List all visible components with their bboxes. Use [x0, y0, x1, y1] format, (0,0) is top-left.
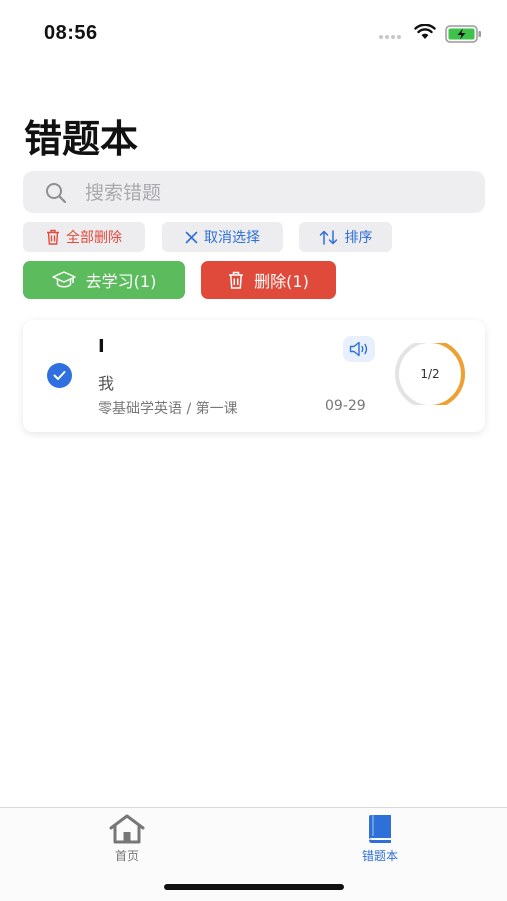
- status-time: 08:56: [44, 22, 98, 44]
- tab-home-label: 首页: [114, 849, 139, 863]
- speaker-icon: [349, 341, 368, 357]
- item-meaning: 我: [98, 374, 115, 393]
- item-checkbox[interactable]: [47, 363, 72, 388]
- sort-icon: [319, 229, 337, 245]
- item-date: 09-29: [325, 398, 366, 414]
- delete-all-button[interactable]: 全部删除: [23, 222, 145, 252]
- sort-button[interactable]: 排序: [299, 222, 392, 252]
- home-indicator: [164, 884, 344, 890]
- home-icon: [109, 814, 145, 844]
- cancel-select-label: 取消选择: [204, 230, 260, 246]
- item-word: I: [98, 336, 105, 357]
- wifi-icon: [414, 24, 436, 39]
- search-icon: [46, 183, 67, 204]
- progress-ring: 1/2: [392, 339, 468, 409]
- cellular-signal-icon: [379, 35, 407, 39]
- play-audio-button[interactable]: [343, 336, 375, 362]
- page-title: 错题本: [24, 117, 139, 161]
- progress-text: 1/2: [420, 367, 440, 381]
- book-icon: [369, 815, 391, 843]
- search-bar[interactable]: [23, 171, 485, 215]
- delete-selected-label: 删除(1): [254, 272, 309, 291]
- check-icon: [53, 371, 66, 380]
- item-source: 零基础学英语 / 第一课: [98, 401, 238, 417]
- battery-icon: [445, 25, 481, 43]
- delete-selected-button[interactable]: 删除(1): [201, 261, 336, 299]
- trash-icon: [229, 271, 244, 289]
- study-button[interactable]: 去学习(1): [23, 261, 185, 299]
- close-icon: [185, 231, 198, 243]
- tab-home[interactable]: 首页: [87, 814, 167, 864]
- mistake-item-card[interactable]: I 我 零基础学英语 / 第一课 09-29 1/2: [23, 320, 485, 432]
- delete-all-label: 全部删除: [66, 230, 122, 246]
- study-label: 去学习(1): [85, 272, 157, 291]
- search-input[interactable]: [83, 171, 467, 215]
- sort-label: 排序: [344, 230, 373, 246]
- trash-icon: [47, 229, 59, 245]
- status-bar: 08:56: [0, 0, 507, 66]
- cancel-select-button[interactable]: 取消选择: [162, 222, 283, 252]
- tab-notebook[interactable]: 错题本: [340, 814, 420, 864]
- graduation-cap-icon: [51, 271, 76, 288]
- tab-notebook-label: 错题本: [361, 849, 398, 863]
